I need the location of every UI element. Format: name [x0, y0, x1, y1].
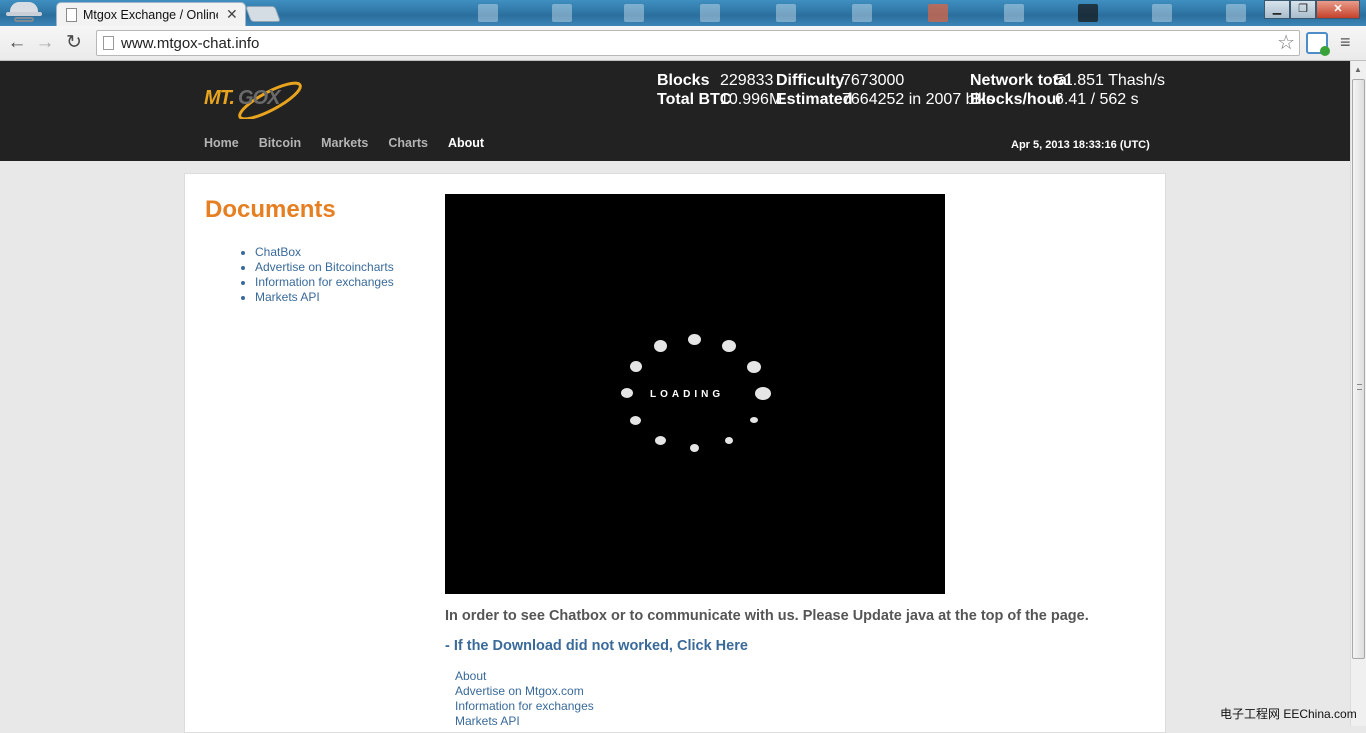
main-nav: Home Bitcoin Markets Charts About — [204, 136, 504, 150]
list-item: ChatBox — [255, 245, 394, 260]
wrench-menu-icon[interactable]: ≡ — [1340, 33, 1356, 51]
scrollbar-thumb[interactable] — [1352, 79, 1365, 659]
doc-link-markets-api[interactable]: Markets API — [255, 290, 320, 304]
doc-link-advertise[interactable]: Advertise on Bitcoincharts — [255, 260, 394, 274]
nav-about[interactable]: About — [448, 136, 484, 150]
browser-toolbar: ← → ↻ ☆ ≡ — [0, 26, 1366, 61]
nav-home[interactable]: Home — [204, 136, 239, 150]
address-bar[interactable]: ☆ — [96, 30, 1300, 56]
back-arrow-icon[interactable]: ← — [6, 32, 28, 54]
page-favicon-icon — [66, 8, 77, 22]
server-timestamp: Apr 5, 2013 18:33:16 (UTC) — [1011, 139, 1150, 151]
list-item: Markets API — [255, 290, 394, 305]
nav-markets[interactable]: Markets — [321, 136, 368, 150]
doc-link-exchanges[interactable]: Information for exchanges — [255, 275, 394, 289]
blocks-hour-label: Blocks/hour — [970, 91, 1063, 108]
footer-link-advertise[interactable]: Advertise on Mtgox.com — [455, 684, 594, 699]
doc-link-chatbox[interactable]: ChatBox — [255, 245, 301, 259]
footer-link-exchanges[interactable]: Information for exchanges — [455, 699, 594, 714]
loading-label: LOADING — [650, 389, 725, 400]
estimated-label: Estimated — [776, 91, 853, 108]
footer-link-markets-api[interactable]: Markets API — [455, 714, 594, 729]
logo-mt-text: MT. — [204, 87, 235, 109]
nav-charts[interactable]: Charts — [388, 136, 428, 150]
watermark: 电子工程网 EEChina.com — [1220, 707, 1357, 721]
difficulty-value: 7673000 — [842, 72, 905, 89]
tab-title: Mtgox Exchange / Online — [83, 8, 218, 22]
browser-tab[interactable]: Mtgox Exchange / Online ✕ — [56, 2, 246, 26]
new-tab-button[interactable] — [245, 6, 281, 22]
mtgox-logo[interactable]: MT. GOX — [204, 75, 304, 119]
total-btc-value: 10.996M — [720, 91, 783, 108]
documents-list: ChatBox Advertise on Bitcoincharts Infor… — [255, 245, 394, 305]
blocks-hour-value: 6.41 / 562 s — [1055, 91, 1139, 108]
bookmark-star-icon[interactable]: ☆ — [1277, 32, 1295, 54]
incognito-icon — [4, 0, 44, 24]
difficulty-label: Difficulty — [776, 72, 845, 89]
logo-gox-text: GOX — [238, 87, 280, 109]
window-controls: ▁ ❐ ✕ — [1264, 0, 1360, 19]
network-total-value: 51.851 Thash/s — [1055, 72, 1166, 89]
download-click-here-link[interactable]: - If the Download did not worked, Click … — [445, 638, 748, 654]
url-input[interactable] — [121, 33, 1261, 53]
list-item: Advertise on Bitcoincharts — [255, 260, 394, 275]
java-update-message: In order to see Chatbox or to communicat… — [445, 608, 1089, 624]
page-scrollbar[interactable]: ▲ — [1350, 61, 1366, 726]
minimize-button[interactable]: ▁ — [1264, 0, 1290, 19]
window-titlebar: Mtgox Exchange / Online ✕ ▁ ❐ ✕ — [0, 0, 1366, 26]
content-panel: Documents ChatBox Advertise on Bitcoinch… — [184, 173, 1166, 733]
blocks-value: 229833 — [720, 72, 774, 89]
forward-arrow-icon[interactable]: → — [34, 32, 56, 54]
maximize-button[interactable]: ❐ — [1290, 0, 1316, 19]
reload-icon[interactable]: ↻ — [63, 32, 85, 54]
nav-bitcoin[interactable]: Bitcoin — [259, 136, 301, 150]
close-window-button[interactable]: ✕ — [1316, 0, 1360, 19]
tab-close-icon[interactable]: ✕ — [226, 6, 238, 23]
footer-links: About Advertise on Mtgox.com Information… — [455, 669, 594, 729]
site-header: MT. GOX Blocks 229833 Difficulty 7673000… — [0, 61, 1350, 161]
extension-icon[interactable] — [1306, 32, 1330, 56]
page-icon — [103, 36, 114, 50]
scroll-up-icon[interactable]: ▲ — [1354, 65, 1362, 74]
list-item: Information for exchanges — [255, 275, 394, 290]
blocks-label: Blocks — [657, 72, 710, 89]
documents-heading: Documents — [205, 196, 336, 223]
footer-link-about[interactable]: About — [455, 669, 594, 684]
chatbox-applet[interactable]: LOADING — [445, 194, 945, 594]
